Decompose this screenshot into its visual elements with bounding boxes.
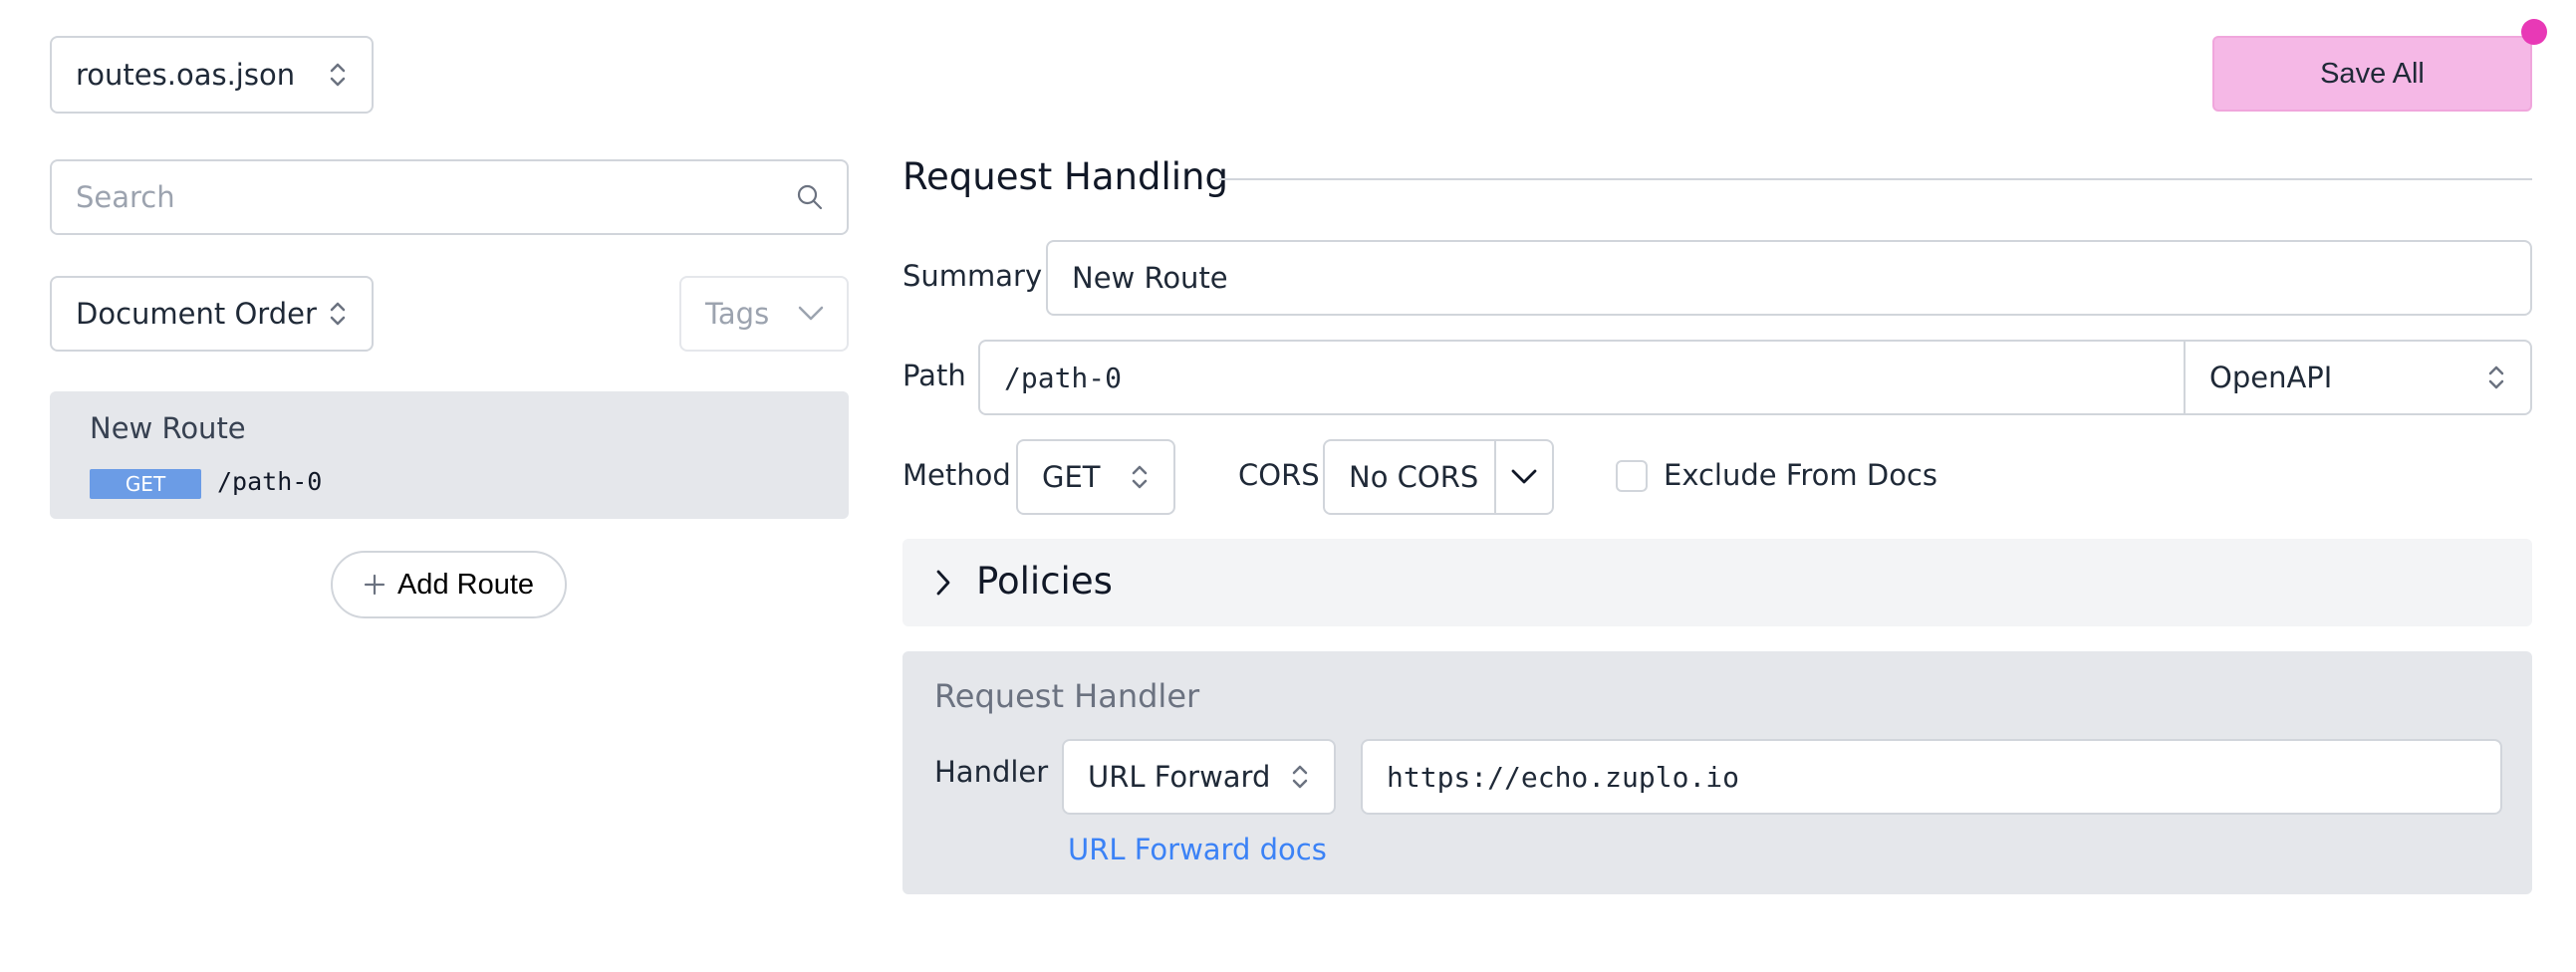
section-title: Request Handling bbox=[902, 155, 1228, 198]
forward-url-value: https://echo.zuplo.io bbox=[1387, 760, 1740, 794]
path-value: /path-0 bbox=[1004, 361, 1123, 394]
search-icon bbox=[797, 184, 823, 210]
notification-dot bbox=[2521, 19, 2547, 45]
method-label: Method bbox=[902, 458, 1011, 492]
search-input[interactable]: Search bbox=[50, 159, 849, 235]
summary-input[interactable]: New Route bbox=[1046, 240, 2532, 316]
updown-chevron-icon bbox=[330, 302, 346, 326]
file-select-value: routes.oas.json bbox=[76, 58, 296, 92]
search-placeholder: Search bbox=[76, 180, 175, 214]
cors-value: No CORS bbox=[1325, 441, 1496, 513]
chevron-down-icon[interactable] bbox=[1510, 468, 1538, 486]
chevron-down-icon bbox=[798, 306, 824, 321]
cors-label: CORS bbox=[1238, 458, 1320, 492]
exclude-from-docs-label: Exclude From Docs bbox=[1664, 458, 1938, 492]
method-badge: GET bbox=[90, 469, 201, 499]
path-label: Path bbox=[902, 359, 966, 392]
section-divider bbox=[1219, 178, 2532, 180]
policies-accordion[interactable]: Policies bbox=[902, 539, 2532, 626]
add-route-label: Add Route bbox=[396, 568, 535, 601]
path-type-value: OpenAPI bbox=[2209, 361, 2333, 394]
updown-chevron-icon bbox=[1292, 765, 1308, 789]
exclude-from-docs-checkbox[interactable] bbox=[1616, 460, 1648, 492]
path-field-group: /path-0 OpenAPI bbox=[978, 340, 2532, 415]
forward-url-input[interactable]: https://echo.zuplo.io bbox=[1361, 739, 2502, 815]
handler-value: URL Forward bbox=[1088, 760, 1271, 794]
save-all-button[interactable]: Save All bbox=[2212, 36, 2532, 112]
handler-label: Handler bbox=[934, 755, 1049, 789]
cors-select[interactable]: No CORS bbox=[1323, 439, 1554, 515]
sort-order-select[interactable]: Document Order bbox=[50, 276, 374, 352]
route-list-item[interactable]: New Route GET /path-0 bbox=[50, 391, 849, 519]
updown-chevron-icon bbox=[1132, 465, 1148, 489]
method-value: GET bbox=[1042, 460, 1101, 494]
path-input[interactable]: /path-0 bbox=[980, 342, 2186, 413]
request-handler-title: Request Handler bbox=[934, 677, 1200, 715]
file-select[interactable]: routes.oas.json bbox=[50, 36, 374, 114]
tags-placeholder: Tags bbox=[705, 297, 770, 331]
handler-select[interactable]: URL Forward bbox=[1062, 739, 1336, 815]
chevron-right-icon bbox=[936, 570, 950, 596]
updown-chevron-icon bbox=[330, 63, 346, 87]
updown-chevron-icon bbox=[2488, 365, 2504, 389]
plus-icon bbox=[364, 574, 386, 596]
route-title: New Route bbox=[90, 411, 246, 445]
path-type-select[interactable]: OpenAPI bbox=[2186, 342, 2530, 413]
tags-select[interactable]: Tags bbox=[679, 276, 849, 352]
summary-label: Summary bbox=[902, 259, 1043, 293]
url-forward-docs-link[interactable]: URL Forward docs bbox=[1068, 833, 1327, 866]
request-handler-panel: Request Handler Handler URL Forward http… bbox=[902, 651, 2532, 894]
add-route-button[interactable]: Add Route bbox=[331, 551, 567, 618]
method-select[interactable]: GET bbox=[1016, 439, 1175, 515]
route-path: /path-0 bbox=[217, 467, 323, 496]
sort-order-value: Document Order bbox=[76, 297, 317, 331]
summary-value: New Route bbox=[1072, 261, 1228, 295]
policies-label: Policies bbox=[976, 560, 1113, 603]
